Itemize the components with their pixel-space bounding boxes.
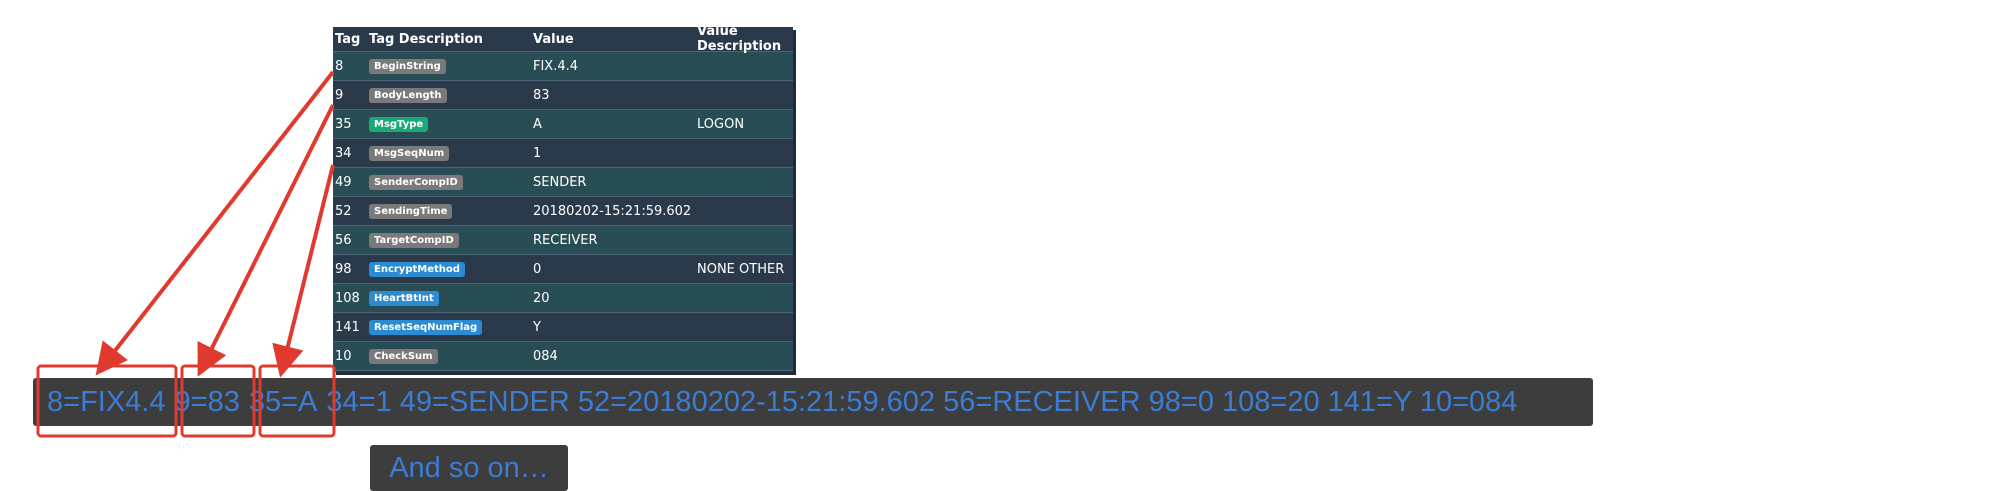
row-tag-description-cell: HeartBtInt	[369, 290, 533, 306]
row-tag: 9	[335, 87, 344, 103]
row-value: FIX.4.4	[533, 58, 579, 74]
row-value: RECEIVER	[533, 232, 598, 248]
row-value: 0	[533, 261, 542, 277]
row-tag-description-cell: MsgSeqNum	[369, 145, 533, 161]
raw-segment-msg-type: 35=A	[248, 385, 318, 418]
row-value: 20180202-15:21:59.602	[533, 203, 692, 219]
header-tag-description: Tag Description	[369, 31, 483, 47]
fix-message-table: Tag Tag Description Value Value Descript…	[333, 24, 793, 372]
tag-name-badge: SendingTime	[369, 204, 453, 219]
arrow-msg-type	[272, 164, 335, 378]
arrow-begin-string	[95, 70, 335, 376]
tag-name-badge: BodyLength	[369, 88, 447, 103]
header-tag: Tag	[335, 31, 361, 47]
tag-name-badge: EncryptMethod	[369, 262, 465, 277]
row-value: 1	[533, 145, 542, 161]
tag-name-badge: BeginString	[369, 59, 446, 74]
row-tag-description-cell: EncryptMethod	[369, 261, 533, 277]
row-value: A	[533, 116, 542, 132]
table-row: 98 EncryptMethod 0 NONE OTHER	[333, 255, 793, 284]
row-tag: 52	[335, 203, 352, 219]
header-value-description: Value Description	[697, 24, 782, 54]
row-tag: 56	[335, 232, 352, 248]
row-tag-description-cell: MsgType	[369, 116, 533, 132]
table-row: 141 ResetSeqNumFlag Y	[333, 313, 793, 342]
row-tag: 34	[335, 145, 352, 161]
raw-segment-begin-string: 8=FIX4.4	[47, 385, 166, 418]
row-tag-description-cell: BodyLength	[369, 87, 533, 103]
row-value: 084	[533, 348, 558, 364]
and-so-on-label: And so on…	[370, 445, 568, 491]
row-tag: 10	[335, 348, 352, 364]
table-row: 10 CheckSum 084	[333, 342, 793, 371]
row-value: 20	[533, 290, 550, 306]
tag-name-badge: CheckSum	[369, 349, 438, 364]
row-tag-description-cell: CheckSum	[369, 348, 533, 364]
table-row: 49 SenderCompID SENDER	[333, 168, 793, 197]
tag-name-badge: TargetCompID	[369, 233, 459, 248]
header-value: Value	[533, 31, 574, 47]
raw-segment-body-length: 9=83	[174, 385, 240, 418]
row-value-description: LOGON	[697, 116, 745, 132]
row-tag-description-cell: ResetSeqNumFlag	[369, 319, 533, 335]
tag-name-badge: MsgType	[369, 117, 429, 132]
row-value-description: NONE OTHER	[697, 261, 785, 277]
table-row: 35 MsgType A LOGON	[333, 110, 793, 139]
row-tag: 35	[335, 116, 352, 132]
row-tag: 49	[335, 174, 352, 190]
table-row: 9 BodyLength 83	[333, 81, 793, 110]
table-body: 8 BeginString FIX.4.4 9 BodyLength 83 35 MsgTyp…	[333, 52, 793, 371]
row-value: SENDER	[533, 174, 587, 190]
tag-name-badge: SenderCompID	[369, 175, 463, 190]
table-row: 34 MsgSeqNum 1	[333, 139, 793, 168]
row-tag-description-cell: SenderCompID	[369, 174, 533, 190]
row-tag-description-cell: SendingTime	[369, 203, 533, 219]
row-tag: 98	[335, 261, 352, 277]
row-value: 83	[533, 87, 550, 103]
table-row: 8 BeginString FIX.4.4	[333, 52, 793, 81]
tag-name-badge: HeartBtInt	[369, 291, 439, 306]
table-row: 108 HeartBtInt 20	[333, 284, 793, 313]
raw-segment-rest: 34=1 49=SENDER 52=20180202-15:21:59.602 …	[326, 385, 1518, 418]
tag-name-badge: MsgSeqNum	[369, 146, 450, 161]
table-header: Tag Tag Description Value Value Descript…	[333, 24, 793, 54]
table-row: 56 TargetCompID RECEIVER	[333, 226, 793, 255]
table-row: 52 SendingTime 20180202-15:21:59.602	[333, 197, 793, 226]
row-tag: 141	[335, 319, 360, 335]
raw-fix-message: 8=FIX4.4 9=83 35=A 34=1 49=SENDER 52=201…	[33, 378, 1593, 426]
arrow-body-length	[197, 104, 335, 377]
row-value: Y	[533, 319, 541, 335]
tag-name-badge: ResetSeqNumFlag	[369, 320, 483, 335]
row-tag: 8	[335, 58, 344, 74]
row-tag-description-cell: BeginString	[369, 58, 533, 74]
row-tag: 108	[335, 290, 360, 306]
row-tag-description-cell: TargetCompID	[369, 232, 533, 248]
